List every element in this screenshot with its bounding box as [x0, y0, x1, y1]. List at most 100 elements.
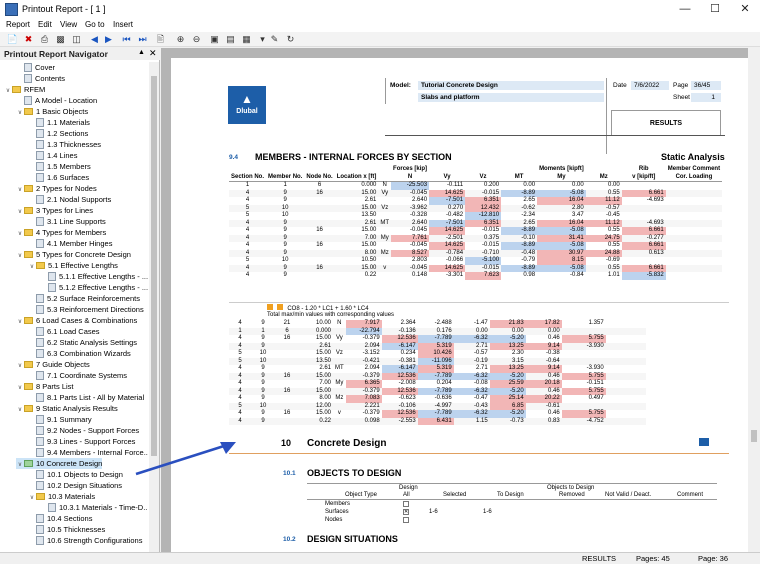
- page-icon: [36, 195, 44, 204]
- nav-item[interactable]: 6.3 Combination Wizards: [28, 348, 131, 359]
- otd-design-checkbox[interactable]: [403, 501, 409, 507]
- document-scroll-thumb[interactable]: [751, 430, 757, 442]
- table-cell: 0.46: [547, 410, 560, 416]
- nav-item[interactable]: ∨ 9 Static Analysis Results: [16, 403, 118, 414]
- table-cell: -5.08: [537, 227, 586, 235]
- otd-design-checkbox[interactable]: [403, 517, 409, 523]
- expand-toggle-icon[interactable]: ∨: [16, 108, 24, 119]
- nav-item[interactable]: ∨ RFEM: [4, 84, 45, 95]
- close-button[interactable]: ✕: [730, 0, 760, 19]
- delete-icon[interactable]: ✖: [22, 33, 35, 46]
- table-row: 4 9 16 15.00 Vy -0.379 12.536 -7.789 -6.32 -5.20 0…: [229, 335, 646, 343]
- expand-toggle-icon[interactable]: ∨: [16, 229, 24, 240]
- nav-item[interactable]: 10.3.1 Materials - Time-D...: [40, 502, 148, 513]
- nav-item[interactable]: ∨ 1 Basic Objects: [16, 106, 88, 117]
- first-page-icon[interactable]: ⏮: [120, 33, 133, 46]
- nav-item[interactable]: 9.2 Nodes - Support Forces: [28, 425, 139, 436]
- document-scrollbar[interactable]: [748, 48, 760, 552]
- nav-item[interactable]: 6.1 Load Cases: [28, 326, 100, 337]
- expand-toggle-icon[interactable]: ∨: [16, 405, 24, 416]
- expand-toggle-icon[interactable]: ∨: [28, 493, 36, 504]
- new-icon[interactable]: 📄: [6, 33, 19, 46]
- table-settings-icon[interactable]: ▤: [224, 33, 237, 46]
- last-page-icon[interactable]: ⏭: [136, 33, 149, 46]
- nav-item[interactable]: 5.1.2 Effective Lengths - ...: [40, 282, 148, 293]
- nav-item[interactable]: 9.4 Members - Internal Force...: [28, 447, 148, 458]
- nav-item[interactable]: 5.3 Reinforcement Directions: [28, 304, 144, 315]
- print-icon[interactable]: ⎙: [38, 33, 51, 46]
- nav-item[interactable]: ∨ 5.1 Effective Lengths: [28, 260, 118, 271]
- menu-goto[interactable]: Go to: [85, 20, 105, 29]
- nav-item[interactable]: 8.1 Parts List - All by Material: [28, 392, 144, 403]
- nav-item[interactable]: ∨ 3 Types for Lines: [16, 205, 93, 216]
- menu-edit[interactable]: Edit: [38, 20, 52, 29]
- nav-item[interactable]: 1.2 Sections: [28, 128, 88, 139]
- nav-item[interactable]: ∨ 8 Parts List: [16, 381, 74, 392]
- expand-toggle-icon[interactable]: ∨: [16, 361, 24, 372]
- print-preview-icon[interactable]: ▩: [54, 33, 67, 46]
- expand-toggle-icon[interactable]: ∨: [16, 251, 24, 262]
- nav-item[interactable]: 6.2 Static Analysis Settings: [28, 337, 137, 348]
- nav-item[interactable]: 1.6 Surfaces: [28, 172, 89, 183]
- menu-insert[interactable]: Insert: [113, 20, 133, 29]
- navigator-close-icon[interactable]: ✕: [149, 48, 157, 59]
- nav-item[interactable]: 10.6 Strength Configurations: [28, 535, 142, 546]
- navigator-scroll-thumb[interactable]: [151, 76, 157, 456]
- navigator-scrollbar[interactable]: [149, 62, 159, 552]
- nav-item[interactable]: 1.1 Materials: [28, 117, 90, 128]
- nav-item[interactable]: ∨ 5 Types for Concrete Design: [16, 249, 131, 260]
- nav-item[interactable]: ∨ 10.3 Materials: [28, 491, 95, 502]
- expand-toggle-icon[interactable]: ∨: [4, 86, 12, 97]
- expand-toggle-icon[interactable]: ∨: [16, 317, 24, 328]
- expand-toggle-icon[interactable]: ∨: [28, 262, 36, 273]
- page-icon: [36, 481, 44, 490]
- nav-item[interactable]: 5.1.1 Effective Lengths - ...: [40, 271, 148, 282]
- nav-item[interactable]: 5.2 Surface Reinforcements: [28, 293, 140, 304]
- export-icon[interactable]: ◫: [70, 33, 83, 46]
- nav-item[interactable]: ∨ 10 Concrete Design: [16, 458, 103, 471]
- refresh-icon[interactable]: ↻: [284, 33, 297, 46]
- expand-toggle-icon[interactable]: ∨: [16, 185, 24, 196]
- table-cell: 16: [316, 189, 323, 196]
- menu-report[interactable]: Report: [6, 20, 30, 29]
- page-settings-icon[interactable]: 🖹: [154, 33, 167, 46]
- nav-item[interactable]: 2.1 Nodal Supports: [28, 194, 111, 205]
- nav-item[interactable]: 9.1 Summary: [28, 414, 92, 425]
- expand-toggle-icon[interactable]: ∨: [16, 207, 24, 218]
- nav-item[interactable]: 1.5 Members: [28, 161, 91, 172]
- minimize-button[interactable]: —: [670, 0, 700, 19]
- zoom-in-icon[interactable]: ⊕: [174, 33, 187, 46]
- zoom-out-icon[interactable]: ⊖: [190, 33, 203, 46]
- nav-item[interactable]: 3.1 Line Supports: [28, 216, 106, 227]
- nav-item[interactable]: 1.3 Thicknesses: [28, 139, 101, 150]
- nav-item[interactable]: 4.1 Member Hinges: [28, 238, 112, 249]
- nav-item[interactable]: ∨ 7 Guide Objects: [16, 359, 90, 370]
- pin-icon[interactable]: ▲: [138, 49, 145, 56]
- table-cell: 9.14: [525, 342, 562, 350]
- expand-toggle-icon[interactable]: ∨: [16, 460, 24, 471]
- graphics-icon[interactable]: ▦: [240, 33, 253, 46]
- menu-view[interactable]: View: [60, 20, 77, 29]
- nav-item[interactable]: Contents: [16, 73, 65, 84]
- edit-icon[interactable]: ✎: [268, 33, 281, 46]
- nav-item[interactable]: ∨ 6 Load Cases & Combinations: [16, 315, 138, 328]
- maximize-button[interactable]: ☐: [700, 0, 730, 19]
- nav-item[interactable]: 10.5 Thicknesses: [28, 524, 105, 535]
- previous-page-icon[interactable]: ◀: [88, 33, 101, 46]
- table-cell: 3.15: [511, 357, 524, 364]
- nav-item[interactable]: ∨ 4 Types for Members: [16, 227, 107, 240]
- next-page-icon[interactable]: ▶: [102, 33, 115, 46]
- nav-item[interactable]: 10.2 Design Situations: [28, 480, 122, 491]
- nav-item[interactable]: 10.4 Sections: [28, 513, 92, 524]
- nav-item[interactable]: 9.3 Lines - Support Forces: [28, 436, 135, 447]
- nav-item[interactable]: A Model - Location: [16, 95, 97, 106]
- fit-page-icon[interactable]: ▣: [208, 33, 221, 46]
- table-cell: 0.200: [484, 182, 500, 188]
- expand-toggle-icon[interactable]: ∨: [16, 383, 24, 394]
- nav-item[interactable]: Cover: [16, 62, 55, 73]
- nav-item[interactable]: 1.4 Lines: [28, 150, 77, 161]
- nav-item[interactable]: ∨ 2 Types for Nodes: [16, 183, 97, 194]
- otd-design-checkbox[interactable]: ✕: [403, 509, 409, 515]
- nav-item[interactable]: 10.1 Objects to Design: [28, 469, 123, 480]
- nav-item[interactable]: 7.1 Coordinate Systems: [28, 370, 127, 381]
